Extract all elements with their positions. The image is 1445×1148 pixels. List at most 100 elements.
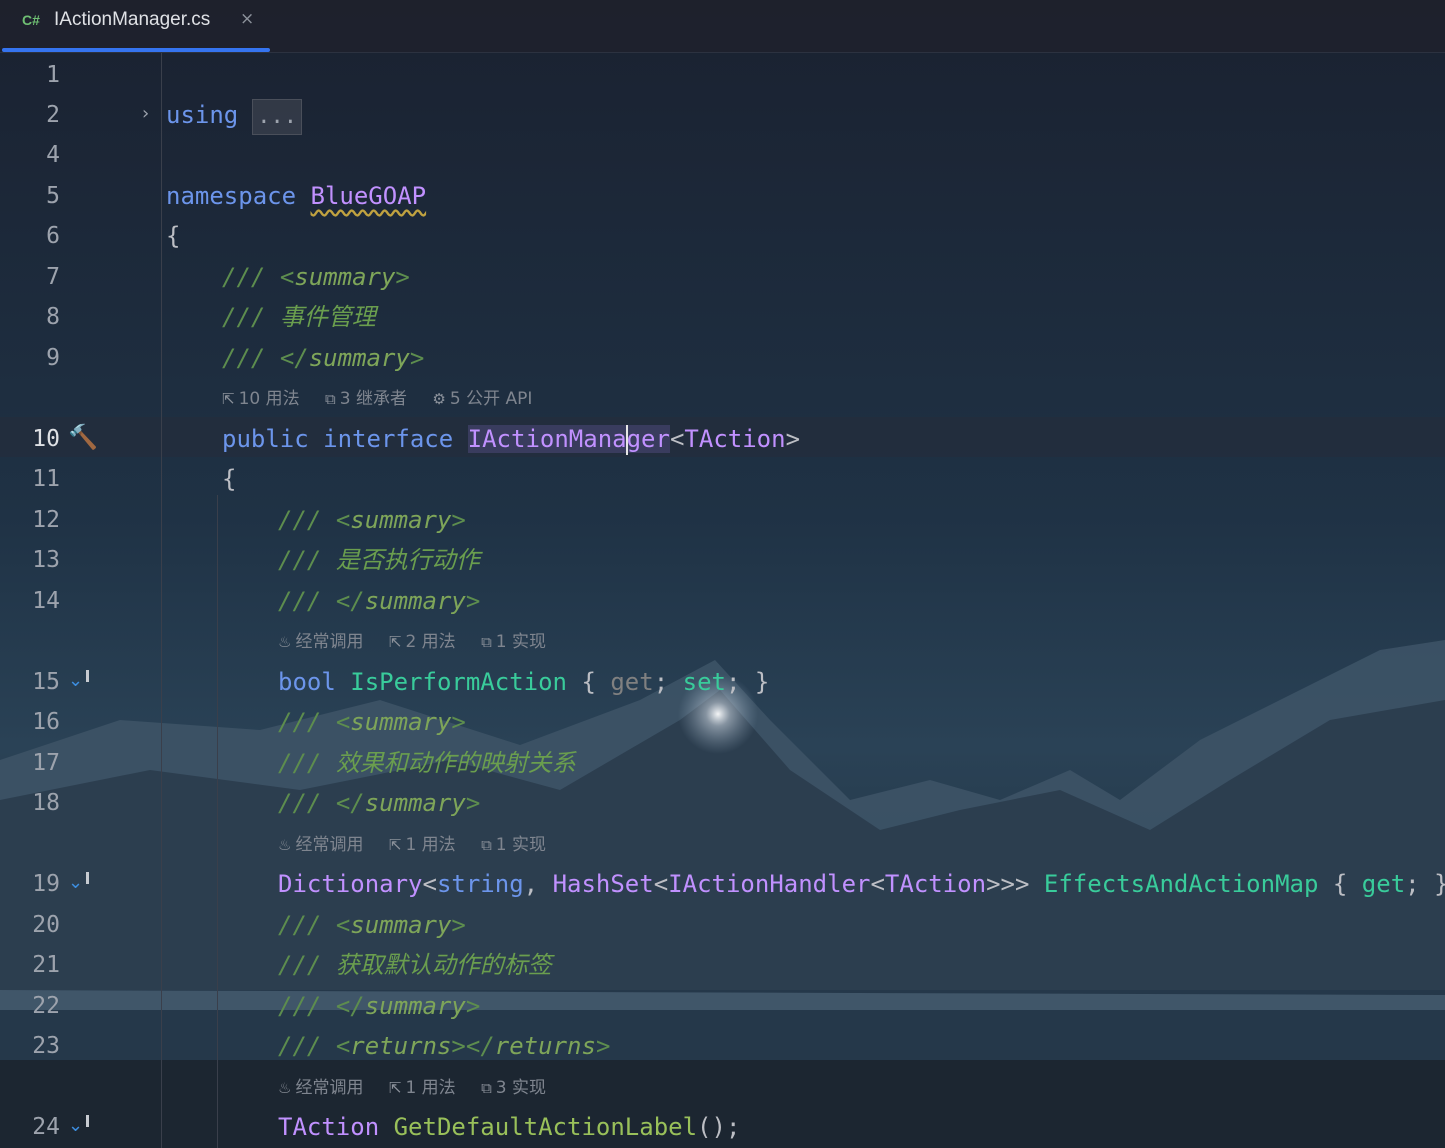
type-param[interactable]: TAction (684, 425, 785, 453)
method-name[interactable]: GetDefaultActionLabel (394, 1113, 697, 1141)
doc-tag: summary (294, 263, 396, 291)
code-line[interactable]: 18 /// </summary> (0, 783, 1445, 823)
inheritors-hint[interactable]: ⧉ 3 继承者 (325, 389, 407, 409)
keyword-bool: bool (278, 668, 336, 696)
generic-bracket: < (422, 870, 437, 898)
type-param[interactable]: TAction (885, 870, 986, 898)
usages-hint[interactable]: ⇱ 10 用法 (222, 389, 300, 409)
hammer-icon[interactable]: 🔨 (68, 423, 98, 451)
code-line[interactable]: 16 /// <summary> (0, 702, 1445, 742)
api-hint[interactable]: ⚙ 5 公开 API (432, 389, 532, 409)
code-line[interactable]: 24 ⌄ TAction GetDefaultActionLabel(); (0, 1107, 1445, 1147)
namespace-name[interactable]: BlueGOAP (311, 182, 427, 210)
usages-hint[interactable]: ⇱ 2 用法 (389, 632, 456, 652)
frequent-hint[interactable]: ♨ 经常调用 (278, 632, 363, 652)
doc-gt: > (395, 263, 410, 291)
semicolon: ; (1405, 870, 1420, 898)
impl-count: 1 实现 (495, 632, 547, 652)
type-dictionary[interactable]: Dictionary (278, 870, 423, 898)
code-line[interactable]: 8 /// 事件管理 (0, 297, 1445, 337)
code-line[interactable]: 20 /// <summary> (0, 905, 1445, 945)
implementation-icon: ⧉ (481, 633, 492, 651)
implemented-arrow-icon[interactable]: ⌄ (68, 872, 90, 893)
line-number: 24 (32, 1114, 60, 1140)
inlay-hints: ♨ 经常调用 ⇱ 1 用法 ⧉ 1 实现 (278, 828, 566, 862)
code-line[interactable]: 11 { (0, 459, 1445, 499)
keyword-namespace: namespace (166, 182, 297, 210)
property-name[interactable]: EffectsAndActionMap (1044, 870, 1319, 898)
close-icon[interactable]: × (240, 9, 254, 29)
doc-gt: > (451, 911, 466, 939)
doc-gt: > (409, 344, 425, 372)
code-line[interactable]: 21 /// 获取默认动作的标签 (0, 945, 1445, 985)
type-param[interactable]: TAction (278, 1113, 379, 1141)
code-line[interactable]: 15 ⌄ bool IsPerformAction { get; set; } (0, 662, 1445, 702)
code-line[interactable]: 5 namespace BlueGOAP (0, 176, 1445, 216)
code-line[interactable]: 7 /// <summary> (0, 257, 1445, 297)
doc-lt: < (335, 708, 351, 736)
usages-icon: ⇱ (388, 633, 402, 651)
code-line[interactable]: 12 /// <summary> (0, 500, 1445, 540)
usages-count: 10 用法 (238, 389, 300, 409)
type-iactionhandler[interactable]: IActionHandler (668, 870, 870, 898)
doc-comment-slash: /// (278, 1032, 322, 1060)
frequent-hint[interactable]: ♨ 经常调用 (278, 1078, 363, 1098)
tab-iactionmanager[interactable]: C# IActionManager.cs × (2, 0, 270, 52)
doc-comment-slash: /// (222, 263, 266, 291)
editor-tab-bar: C# IActionManager.cs × (0, 0, 1445, 53)
semicolon: ; (725, 1113, 741, 1141)
keyword-interface: interface (323, 425, 454, 453)
type-hashset[interactable]: HashSet (553, 870, 654, 898)
doc-gt: > (451, 708, 466, 736)
doc-comment-slash: /// (278, 587, 322, 615)
doc-comment-slash: /// (278, 546, 322, 574)
line-number: 5 (46, 183, 60, 209)
inlay-hints: ⇱ 10 用法 ⧉ 3 继承者 ⚙ 5 公开 API (222, 382, 552, 416)
usages-icon: ⇱ (388, 1079, 402, 1097)
code-line[interactable]: 4 (0, 135, 1445, 175)
impl-hint[interactable]: ⧉ 1 实现 (481, 835, 546, 855)
code-line[interactable]: 10 🔨 public interface IActionManager<TAc… (0, 419, 1445, 459)
usages-count: 1 用法 (405, 835, 456, 855)
doc-comment-slash: /// (278, 749, 322, 777)
code-line[interactable]: 9 /// </summary> (0, 338, 1445, 378)
frequent-label: 经常调用 (295, 632, 364, 652)
tab-title: IActionManager.cs (54, 9, 211, 30)
code-line[interactable]: 1 (0, 55, 1445, 95)
csharp-file-icon: C# (22, 12, 40, 28)
line-number: 8 (46, 304, 60, 330)
code-editor[interactable]: 1 2 › using... 4 5 namespace BlueGOAP 6 … (0, 53, 1445, 1148)
doc-gt: > (595, 1032, 611, 1060)
impl-hint[interactable]: ⧉ 3 实现 (481, 1078, 546, 1098)
code-line[interactable]: 22 /// </summary> (0, 986, 1445, 1026)
usages-hint[interactable]: ⇱ 1 用法 (389, 835, 456, 855)
chevron-right-icon[interactable]: › (142, 103, 149, 124)
property-name[interactable]: IsPerformAction (350, 668, 567, 696)
brace: } (754, 668, 770, 696)
line-number: 10 (32, 426, 60, 452)
code-line[interactable]: 13 /// 是否执行动作 (0, 540, 1445, 580)
code-line[interactable]: 6 { (0, 216, 1445, 256)
frequent-hint[interactable]: ♨ 经常调用 (278, 835, 363, 855)
impl-hint[interactable]: ⧉ 1 实现 (481, 632, 546, 652)
line-number: 17 (32, 750, 60, 776)
usages-hint[interactable]: ⇱ 1 用法 (389, 1078, 456, 1098)
fire-icon: ♨ (278, 836, 292, 854)
implemented-arrow-icon[interactable]: ⌄ (68, 1115, 90, 1136)
implementation-icon: ⧉ (481, 1079, 492, 1097)
inheritors-icon: ⧉ (325, 390, 336, 408)
code-line[interactable]: 2 › using... (0, 95, 1445, 135)
folded-imports[interactable]: ... (252, 99, 302, 135)
brace: { (222, 465, 237, 493)
code-line[interactable]: 17 /// 效果和动作的映射关系 (0, 743, 1445, 783)
implemented-arrow-icon[interactable]: ⌄ (68, 670, 90, 691)
doc-tag: summary (350, 911, 452, 939)
code-line[interactable]: 23 /// <returns></returns> (0, 1026, 1445, 1066)
api-count: 5 公开 API (449, 389, 533, 409)
code-line[interactable]: 14 /// </summary> (0, 581, 1445, 621)
interface-name[interactable]: IActionManager (467, 425, 670, 455)
keyword-string: string (436, 870, 524, 898)
doc-comment-slash: /// (222, 303, 266, 331)
line-number: 6 (46, 223, 60, 249)
code-line[interactable]: 19 ⌄ Dictionary<string, HashSet<IActionH… (0, 864, 1445, 904)
